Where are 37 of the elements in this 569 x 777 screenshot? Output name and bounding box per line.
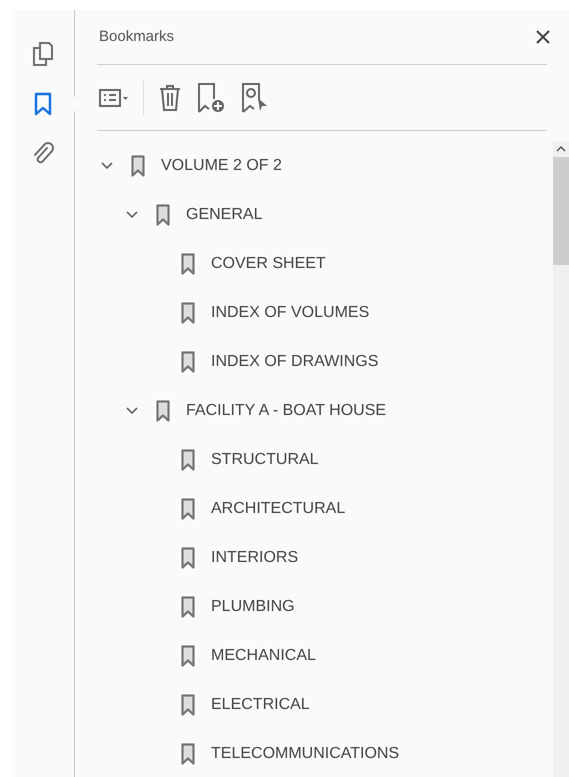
- bookmark-icon: [181, 302, 195, 324]
- bookmark-icon: [181, 694, 195, 716]
- bookmark-icon: [156, 204, 170, 226]
- bookmark-item[interactable]: ELECTRICAL: [181, 692, 310, 716]
- bookmark-item[interactable]: FACILITY A - BOAT HOUSE: [156, 398, 386, 422]
- chevron-icon[interactable]: [126, 210, 138, 218]
- bookmark-item[interactable]: INDEX OF DRAWINGS: [181, 350, 378, 374]
- bookmark-icon: [181, 252, 195, 274]
- bookmark-item[interactable]: STRUCTURAL: [181, 448, 319, 472]
- scroll-up-icon[interactable]: [556, 145, 566, 153]
- bookmark-item[interactable]: ARCHITECTURAL: [181, 496, 346, 520]
- bookmark-item[interactable]: MECHANICAL: [181, 644, 316, 668]
- chevron-icon[interactable]: [101, 162, 113, 170]
- bookmark-item[interactable]: GENERAL: [156, 202, 262, 226]
- bookmark-item[interactable]: INDEX OF VOLUMES: [181, 300, 370, 324]
- pages-icon[interactable]: [32, 41, 54, 67]
- options-button[interactable]: [99, 86, 129, 108]
- bookmark-item[interactable]: PLUMBING: [181, 594, 295, 618]
- new-bookmark-button[interactable]: [196, 82, 226, 114]
- bookmark-icon: [181, 546, 195, 568]
- bookmark-icon: [181, 448, 195, 470]
- bookmark-icon: [181, 742, 195, 764]
- bookmark-icon: [181, 596, 195, 618]
- delete-button[interactable]: [158, 82, 182, 112]
- bookmark-icon: [131, 154, 145, 176]
- bookmark-icon[interactable]: [34, 92, 52, 116]
- bookmark-icon: [181, 498, 195, 520]
- bookmark-icon: [181, 350, 195, 372]
- panel-title: Bookmarks: [99, 26, 174, 47]
- bookmark-item[interactable]: COVER SHEET: [181, 252, 326, 276]
- chevron-icon[interactable]: [126, 406, 138, 414]
- bookmark-icon: [156, 400, 170, 422]
- scrollbar-thumb[interactable]: [553, 157, 569, 265]
- bookmark-item[interactable]: VOLUME 2 OF 2: [131, 154, 282, 178]
- bookmark-item[interactable]: INTERIORS: [181, 546, 298, 570]
- bookmark-item[interactable]: TELECOMMUNICATIONS: [181, 742, 400, 766]
- bookmark-icon: [181, 644, 195, 666]
